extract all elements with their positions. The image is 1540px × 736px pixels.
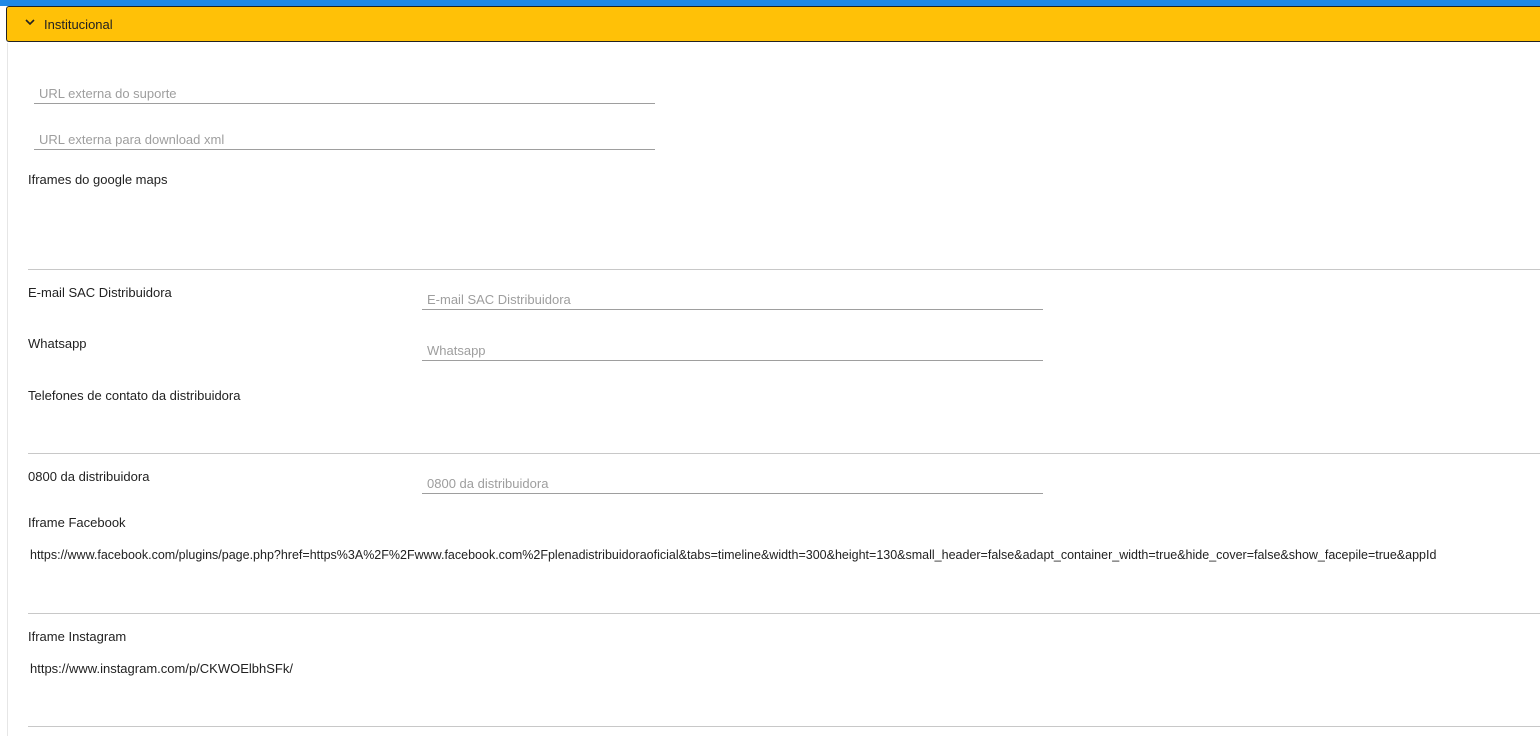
iframe-facebook-textarea[interactable]: https://www.facebook.com/plugins/page.ph… [28, 548, 1540, 614]
email-sac-label: E-mail SAC Distribuidora [28, 285, 172, 300]
panel-header-institucional[interactable]: Institucional [6, 6, 1540, 42]
whatsapp-input[interactable] [422, 343, 1043, 361]
iframes-maps-textarea[interactable] [28, 196, 1540, 270]
telefones-label: Telefones de contato da distribuidora [28, 388, 241, 403]
iframe-instagram-textarea[interactable]: https://www.instagram.com/p/CKWOElbhSFk/ [28, 661, 1540, 727]
tel-0800-label: 0800 da distribuidora [28, 469, 150, 484]
email-sac-input[interactable] [422, 292, 1043, 310]
url-suporte-input[interactable] [34, 86, 655, 104]
iframe-facebook-label: Iframe Facebook [28, 515, 126, 530]
iframes-maps-label: Iframes do google maps [28, 172, 168, 187]
tel-0800-input[interactable] [422, 476, 1043, 494]
telefones-textarea[interactable] [28, 410, 1540, 454]
whatsapp-label: Whatsapp [28, 336, 87, 351]
panel-title: Institucional [44, 17, 113, 32]
url-xml-input[interactable] [34, 132, 655, 150]
chevron-down-icon [24, 16, 36, 28]
iframe-instagram-label: Iframe Instagram [28, 629, 127, 644]
